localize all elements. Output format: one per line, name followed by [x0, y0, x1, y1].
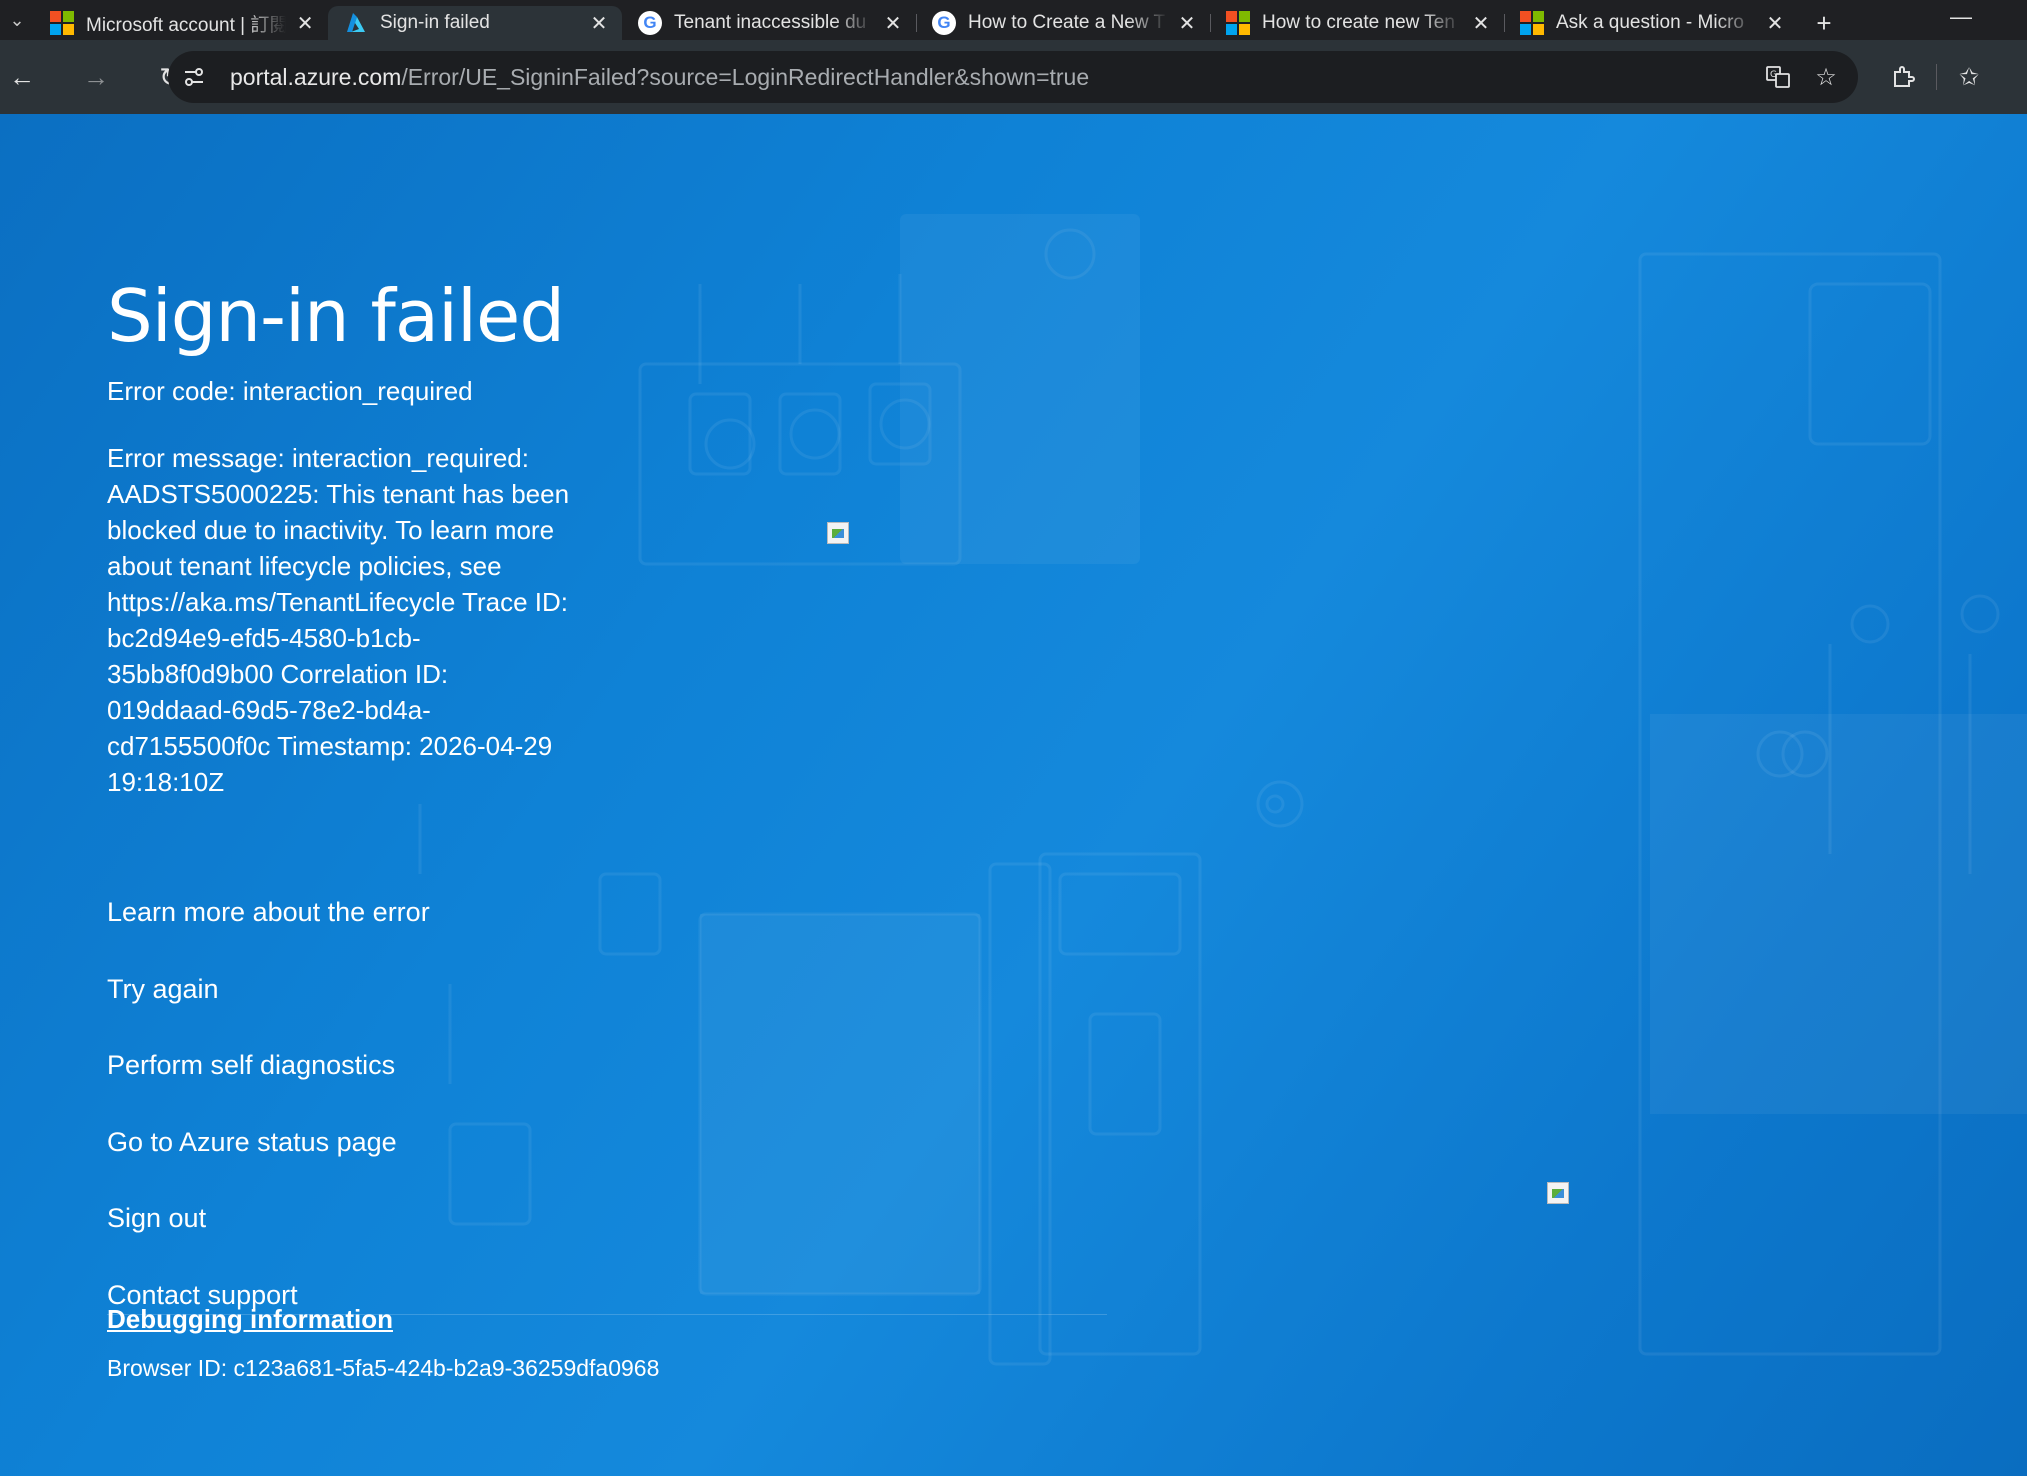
close-icon[interactable]: ✕ [1764, 11, 1786, 36]
broken-image-icon [827, 522, 849, 544]
site-info-icon[interactable] [170, 53, 218, 101]
browser-id: Browser ID: c123a681-5fa5-424b-b2a9-3625… [107, 1355, 660, 1381]
tab-title: Ask a question - Micro [1556, 12, 1744, 33]
translate-icon[interactable]: G [1760, 59, 1796, 95]
section-divider [107, 1314, 1107, 1315]
address-bar[interactable]: portal.azure.com/Error/UE_SigninFailed?s… [168, 51, 1858, 103]
action-links: Learn more about the error Try again Per… [107, 874, 430, 1333]
self-diagnostics-link[interactable]: Perform self diagnostics [107, 1027, 430, 1104]
sign-out-link[interactable]: Sign out [107, 1180, 430, 1257]
tab-sign-in-failed[interactable]: Sign-in failed ✕ [328, 6, 622, 40]
azure-icon [344, 11, 368, 35]
page-body: Sign-in failed Error code: interaction_r… [0, 114, 2027, 1476]
favorites-icon[interactable]: ✩ [1951, 59, 1987, 95]
tab-title: Microsoft account | 訂閱 [86, 14, 287, 36]
new-tab-plus-icon[interactable]: + [1802, 6, 1846, 40]
debugging-information-link[interactable]: Debugging information [107, 1304, 393, 1335]
browser-toolbar: ← → ↻ portal.azure.com/Error/UE_SigninFa… [0, 40, 2027, 114]
url-host: portal.azure.com [230, 63, 402, 90]
tab-title: How to Create a New T [968, 12, 1166, 33]
tab-ask-a-question[interactable]: Ask a question - Micro ✕ [1504, 6, 1798, 40]
learn-more-link[interactable]: Learn more about the error [107, 874, 430, 951]
tab-how-to-create-new-tenant[interactable]: How to create new Ten ✕ [1210, 6, 1504, 40]
toolbar-divider [1936, 64, 1937, 90]
close-icon[interactable]: ✕ [1176, 11, 1198, 36]
bookmark-star-icon[interactable]: ☆ [1808, 59, 1844, 95]
tab-search-chevron-icon[interactable]: ⌄ [0, 0, 34, 40]
url-path: /Error/UE_SigninFailed?source=LoginRedir… [401, 63, 1090, 90]
browser-tabbar: ⌄ Microsoft account | 訂閱 ✕ Sign-in faile… [0, 0, 2027, 40]
error-message: Error message: interaction_required: AAD… [107, 443, 570, 797]
google-icon: G [638, 11, 662, 35]
try-again-link[interactable]: Try again [107, 951, 430, 1028]
svg-text:G: G [1770, 70, 1777, 80]
back-arrow-icon[interactable]: ← [0, 55, 44, 99]
tab-microsoft-account[interactable]: Microsoft account | 訂閱 ✕ [34, 6, 328, 40]
broken-image-icon [1547, 1182, 1569, 1204]
tab-title: Sign-in failed [380, 12, 490, 33]
microsoft-icon [50, 11, 74, 35]
tab-tenant-inaccessible[interactable]: G Tenant inaccessible du ✕ [622, 6, 916, 40]
url-text[interactable]: portal.azure.com/Error/UE_SigninFailed?s… [230, 64, 1089, 91]
close-icon[interactable]: ✕ [294, 11, 316, 36]
close-icon[interactable]: ✕ [882, 11, 904, 36]
forward-arrow-icon[interactable]: → [74, 55, 118, 99]
omnibox-actions: G ☆ [1760, 51, 1844, 103]
tab-how-to-create-new-t[interactable]: G How to Create a New T ✕ [916, 6, 1210, 40]
extensions-icon[interactable] [1886, 59, 1922, 95]
tab-title: How to create new Ten [1262, 12, 1455, 33]
microsoft-icon [1520, 11, 1544, 35]
page-title: Sign-in failed [107, 274, 565, 358]
toolbar-right: ✩ [1886, 40, 2027, 114]
azure-status-link[interactable]: Go to Azure status page [107, 1104, 430, 1181]
minimize-window-icon[interactable]: — [1941, 0, 1981, 34]
close-icon[interactable]: ✕ [588, 11, 610, 36]
microsoft-icon [1226, 11, 1250, 35]
tab-title: Tenant inaccessible du [674, 12, 867, 33]
google-icon: G [932, 11, 956, 35]
close-icon[interactable]: ✕ [1470, 11, 1492, 36]
error-code: Error code: interaction_required [107, 376, 473, 406]
